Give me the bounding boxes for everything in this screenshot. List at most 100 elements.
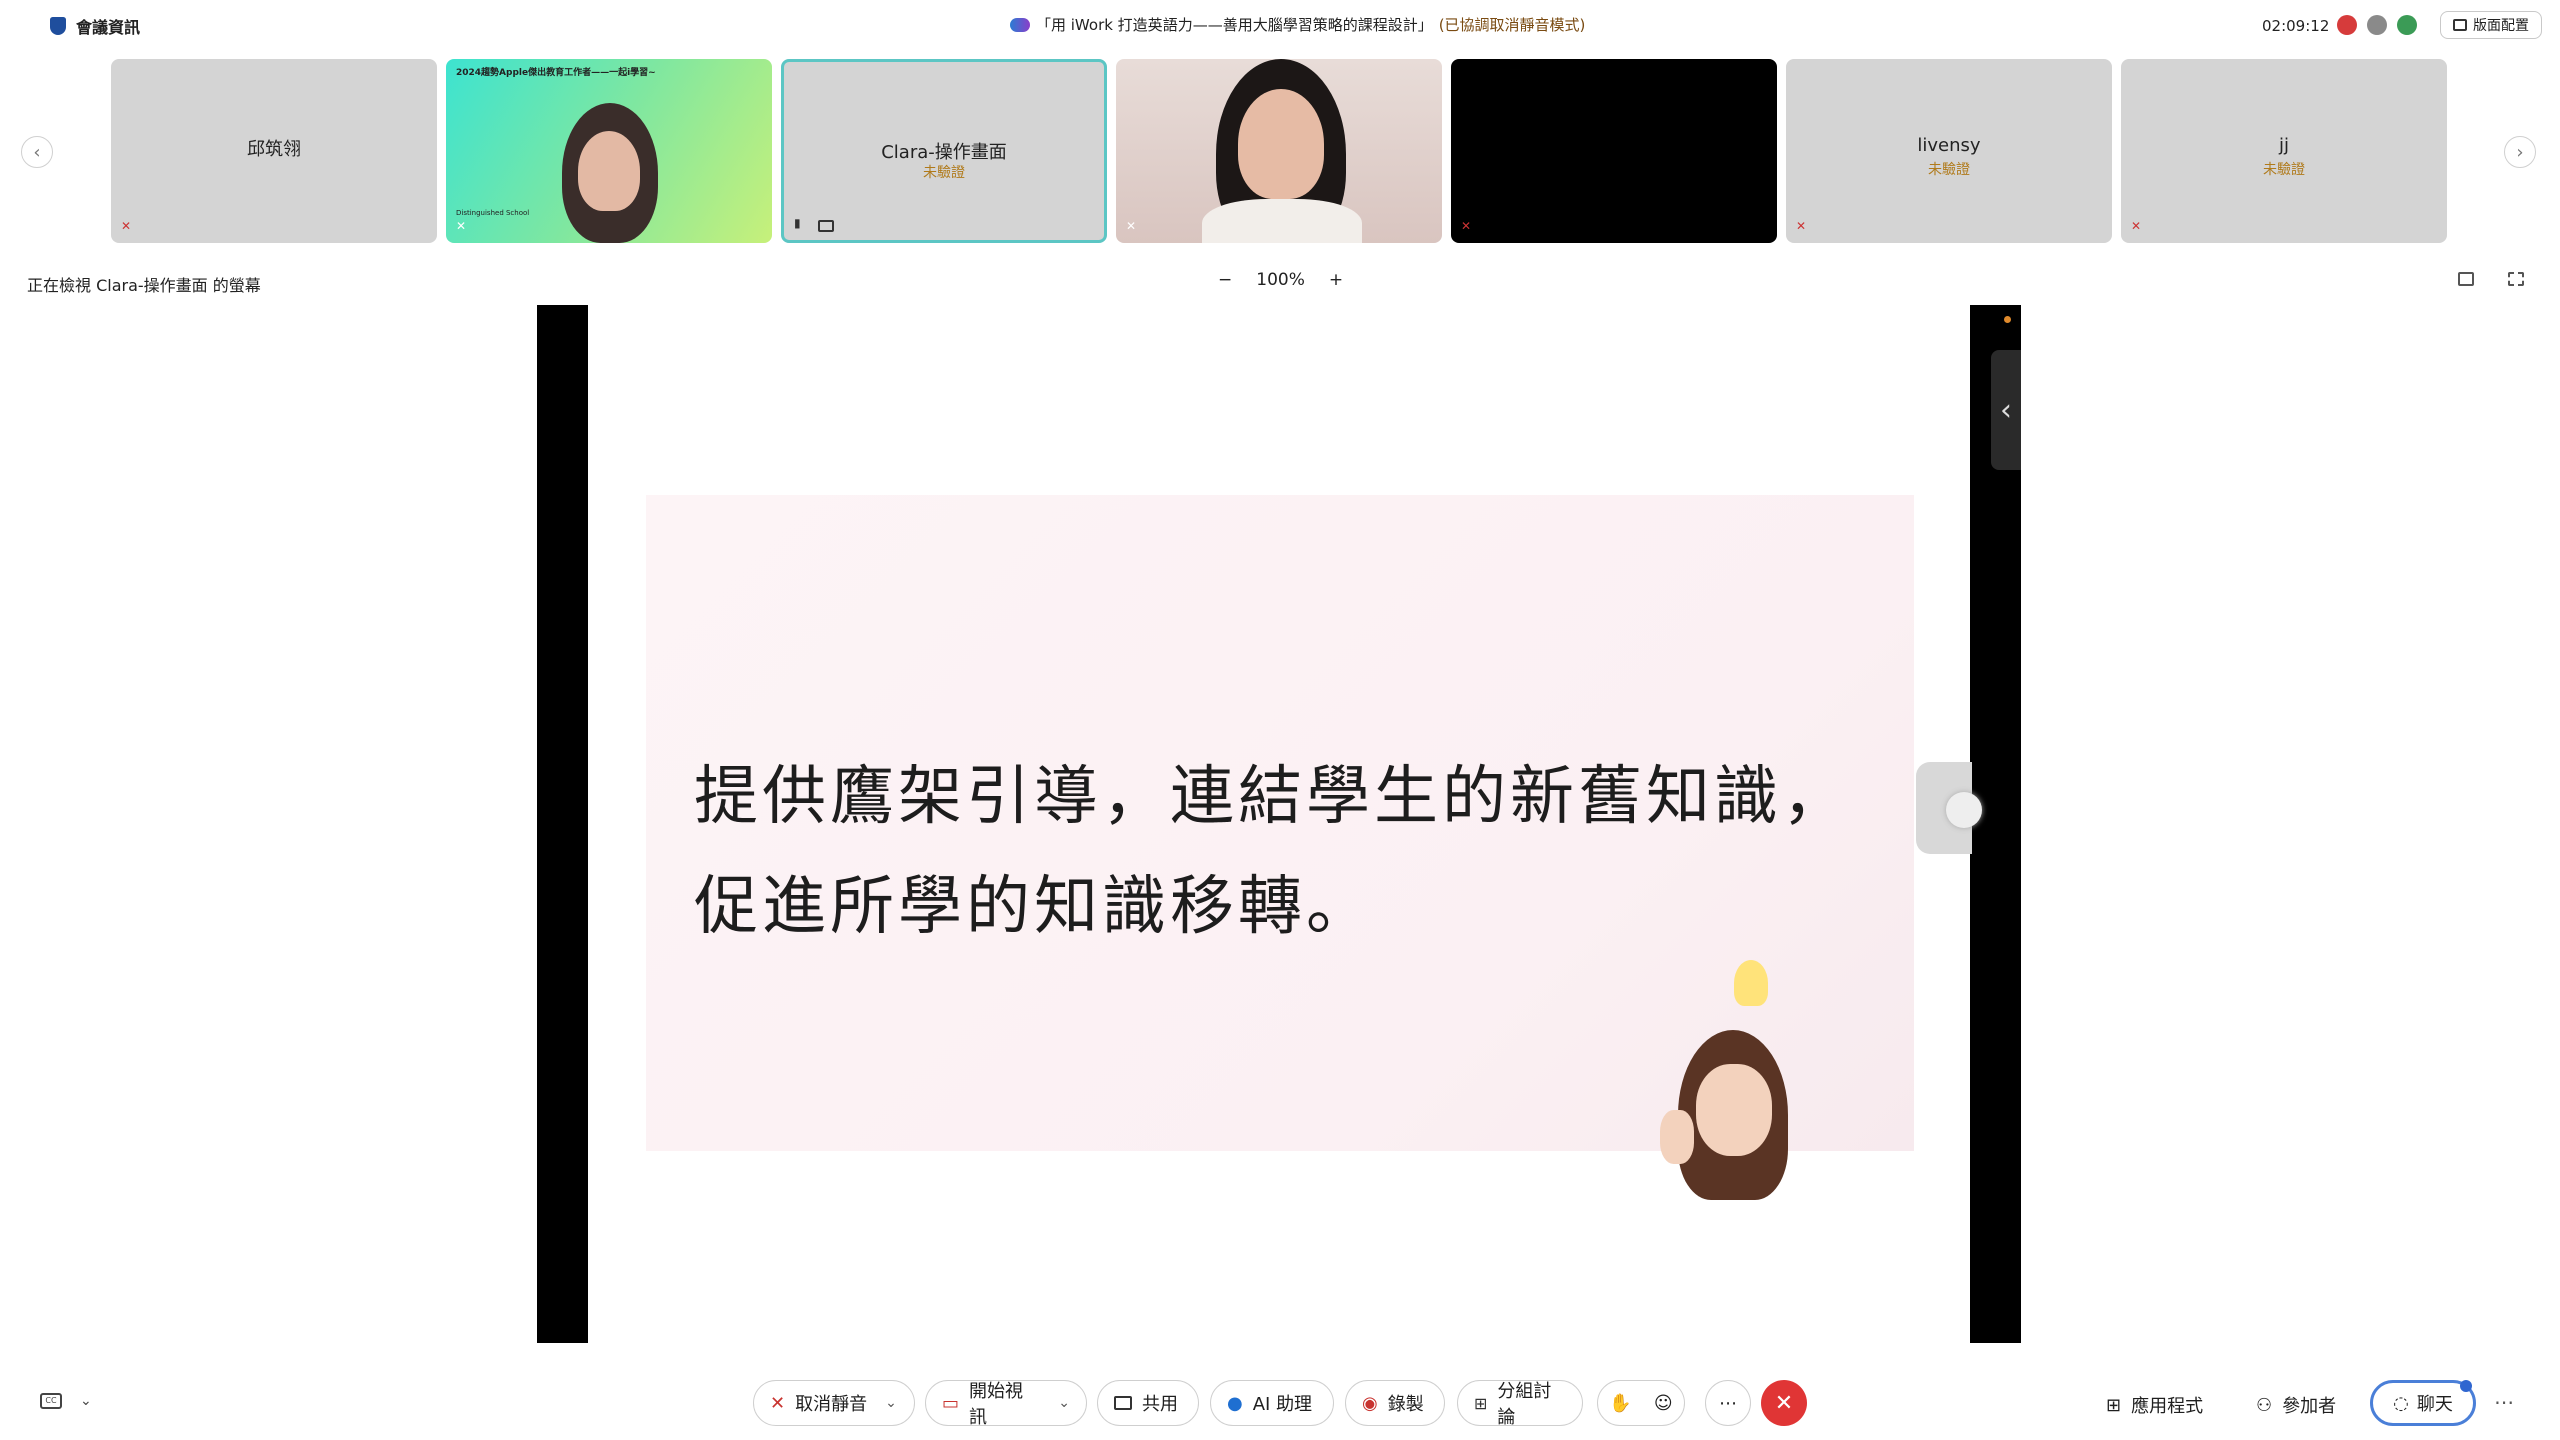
- viewing-label: 正在檢視 Clara-操作畫面 的螢幕: [27, 276, 261, 295]
- chevron-down-icon[interactable]: ⌄: [885, 1395, 897, 1411]
- leave-meeting-button[interactable]: ✕: [1761, 1380, 1807, 1426]
- zoom-control: − 100% +: [1218, 270, 1343, 290]
- unverified-badge: 未驗證: [2263, 162, 2305, 178]
- participant-video-face: [1238, 89, 1324, 199]
- light-bulb-icon: [1734, 960, 1768, 1006]
- next-page-button[interactable]: ›: [2504, 136, 2536, 168]
- participant-tile[interactable]: jj 未驗證 ✕: [2121, 59, 2447, 243]
- memoji-face: [1696, 1064, 1772, 1156]
- layout-label: 版面配置: [2473, 18, 2529, 34]
- meeting-timer: 02:09:12: [2262, 17, 2330, 35]
- participant-tile-video[interactable]: 2024趨勢Apple傑出教育工作者——一起i學習~ Distinguished…: [446, 59, 772, 243]
- meeting-status: (已協調取消靜音模式): [1438, 16, 1586, 34]
- mic-muted-icon: ✕: [1126, 219, 1137, 233]
- start-video-label: 開始視訊: [969, 1381, 1024, 1428]
- top-bar: 會議資訊 「用 iWork 打造英語力——善用大腦學習策略的課程設計」 (已協調…: [0, 0, 2560, 52]
- memoji-avatar: [1660, 1030, 1808, 1200]
- fullscreen-icon[interactable]: [2508, 272, 2524, 286]
- share-view-controls: [2458, 272, 2524, 286]
- record-label: 錄製: [1387, 1394, 1424, 1415]
- participant-name: jj: [2278, 135, 2289, 156]
- ai-assistant-label: AI 助理: [1252, 1394, 1313, 1415]
- emoji-reaction-icon[interactable]: ☺: [1654, 1393, 1673, 1414]
- mic-muted-icon: ✕: [121, 219, 132, 233]
- breakout-button[interactable]: ⊞ 分組討論: [1457, 1380, 1583, 1428]
- apps-icon: ⊞: [2106, 1394, 2122, 1416]
- close-icon: ✕: [1774, 1390, 1794, 1416]
- prev-page-button[interactable]: ‹: [21, 136, 53, 168]
- activity-dot: [2004, 316, 2011, 323]
- network-indicator-icon[interactable]: [2397, 15, 2417, 35]
- zoom-in-button[interactable]: +: [1329, 270, 1343, 290]
- video-off-icon: ▭: [942, 1392, 960, 1414]
- floating-assistive-button[interactable]: [1916, 762, 1982, 854]
- mic-muted-icon: ✕: [2131, 219, 2142, 233]
- participants-label: 參加者: [2282, 1396, 2337, 1417]
- breakout-label: 分組討論: [1497, 1381, 1552, 1428]
- chevron-right-icon: ›: [2516, 141, 2524, 163]
- chevron-down-icon[interactable]: ⌄: [80, 1393, 92, 1409]
- audio-indicator-icon[interactable]: [2367, 15, 2387, 35]
- apps-button[interactable]: ⊞ 應用程式: [2106, 1392, 2203, 1418]
- chevron-down-icon[interactable]: ⌄: [1058, 1395, 1070, 1411]
- zoom-level: 100%: [1256, 270, 1305, 290]
- participant-tile-video[interactable]: ✕: [1116, 59, 1442, 243]
- record-button[interactable]: ◉ 錄製: [1345, 1380, 1445, 1426]
- share-button[interactable]: 共用: [1097, 1380, 1199, 1426]
- participant-tile[interactable]: ✕: [1451, 59, 1777, 243]
- chevron-left-icon: ‹: [33, 141, 41, 163]
- participant-tile[interactable]: 邱筑翎 ✕: [111, 59, 437, 243]
- more-options-right-button[interactable]: ⋯: [2494, 1390, 2514, 1414]
- closed-captions-icon: CC: [40, 1393, 62, 1409]
- participant-tile-active[interactable]: Clara-操作畫面 未驗證 ▮: [781, 59, 1107, 243]
- unverified-badge: 未驗證: [923, 165, 965, 181]
- mic-icon: ▮: [794, 216, 801, 230]
- more-dots-icon: ⋯: [1719, 1392, 1737, 1414]
- captions-control[interactable]: CC ⌄: [40, 1393, 92, 1409]
- participant-tile[interactable]: livensy 未驗證 ✕: [1786, 59, 2112, 243]
- chat-notification-dot: [2460, 1380, 2472, 1392]
- mic-muted-icon: ✕: [1461, 219, 1472, 233]
- ai-assistant-icon: ●: [1227, 1392, 1243, 1414]
- slide-text-line: 提供鷹架引導，連結學生的新舊知識，: [694, 760, 1850, 834]
- mic-muted-icon: ✕: [1796, 219, 1807, 233]
- participant-name: Clara-操作畫面: [881, 142, 1007, 163]
- mic-muted-icon: ✕: [456, 219, 467, 233]
- chevron-left-icon: ‹: [2000, 392, 2012, 428]
- more-options-button[interactable]: ⋯: [1705, 1380, 1751, 1426]
- zoom-out-button[interactable]: −: [1218, 270, 1232, 290]
- shared-screen-content: 提供鷹架引導，連結學生的新舊知識， 促進所學的知識移轉。: [588, 305, 1970, 1343]
- layout-button[interactable]: 版面配置: [2440, 11, 2542, 39]
- participant-video-shirt: [1202, 199, 1362, 243]
- share-label: 共用: [1142, 1394, 1178, 1415]
- participants-button[interactable]: ⚇ 參加者: [2256, 1392, 2336, 1418]
- chat-bubble-icon: ◌: [2393, 1392, 2409, 1414]
- participant-video-face: [578, 131, 640, 211]
- slide-text-line: 促進所學的知識移轉。: [694, 870, 1374, 944]
- chat-label: 聊天: [2416, 1394, 2453, 1415]
- start-video-button[interactable]: ▭ 開始視訊 ⌄: [925, 1380, 1087, 1428]
- participant-name: 邱筑翎: [247, 139, 301, 160]
- screen-share-icon: [818, 220, 834, 232]
- unverified-badge: 未驗證: [1928, 162, 1970, 178]
- school-label: Distinguished School: [456, 209, 530, 217]
- meeting-info-label: 會議資訊: [76, 18, 141, 37]
- pop-out-icon[interactable]: [2458, 272, 2474, 286]
- unmute-label: 取消靜音: [795, 1394, 868, 1415]
- webex-logo-icon: [1010, 17, 1030, 32]
- unmute-button[interactable]: ✕ 取消靜音 ⌄: [753, 1380, 915, 1426]
- raise-hand-icon[interactable]: ✋: [1609, 1393, 1631, 1414]
- reactions-group: ✋ ☺: [1597, 1380, 1685, 1426]
- video-banner-text: 2024趨勢Apple傑出教育工作者——一起i學習~: [456, 68, 656, 78]
- ai-assistant-button[interactable]: ● AI 助理: [1210, 1380, 1334, 1426]
- recording-indicator-icon[interactable]: [2337, 15, 2357, 35]
- memoji-hand: [1660, 1110, 1694, 1164]
- shield-icon: [50, 17, 66, 35]
- side-panel-toggle[interactable]: ‹: [1991, 350, 2021, 470]
- shared-screen[interactable]: 提供鷹架引導，連結學生的新舊知識， 促進所學的知識移轉。: [537, 305, 2021, 1343]
- participant-name: livensy: [1917, 135, 1981, 156]
- share-screen-icon: [1114, 1396, 1132, 1410]
- participants-icon: ⚇: [2256, 1394, 2273, 1416]
- layout-icon: [2453, 19, 2467, 31]
- meeting-info-button[interactable]: 會議資訊: [50, 14, 140, 38]
